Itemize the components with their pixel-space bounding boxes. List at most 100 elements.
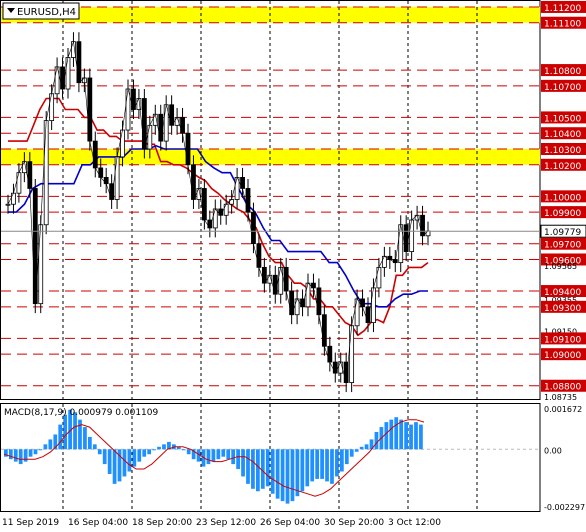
candle-body <box>92 140 98 169</box>
macd-bar <box>320 449 324 479</box>
candle-body <box>283 266 289 292</box>
macd-bar <box>92 444 97 450</box>
candle-body <box>316 287 322 316</box>
candle-body <box>180 117 185 134</box>
candle-body <box>332 361 338 374</box>
time-tick-label: 30 Sep 20:00 <box>324 518 384 528</box>
candle-body <box>305 282 311 308</box>
symbol-label: EURUSD,H4 <box>17 7 76 18</box>
candle-body <box>103 177 109 185</box>
tenkan-line <box>8 144 428 308</box>
candle-body <box>420 214 425 237</box>
macd-bar <box>335 449 339 477</box>
macd-bar <box>63 414 68 450</box>
candle-body <box>201 188 207 221</box>
candle-body <box>87 77 93 142</box>
time-tick-label: 23 Sep 12:00 <box>196 518 256 528</box>
macd-bar <box>270 449 275 494</box>
candle-body <box>120 129 125 158</box>
candle-body <box>403 224 409 252</box>
time-axis: 11 Sep 2019 16 Sep 04:00 18 Sep 20:00 23 Se… <box>2 518 441 528</box>
candle-body <box>147 124 153 150</box>
macd-tick-label: 0.00 <box>544 446 562 455</box>
macd-bar <box>152 449 156 451</box>
kijun-line <box>8 97 429 337</box>
candle-body <box>425 230 431 237</box>
macd-bar <box>226 449 231 460</box>
price-tick-label: 1.08735 <box>544 393 577 402</box>
macd-bar <box>132 449 137 467</box>
candle-body <box>251 211 256 245</box>
macd-bar <box>23 449 28 462</box>
macd-bar <box>231 449 236 465</box>
candle-body <box>185 132 191 166</box>
price-tick-label: 1.10800 <box>544 67 581 77</box>
macd-bar <box>344 449 349 465</box>
candle-body <box>43 120 49 226</box>
candle-body <box>409 219 415 252</box>
price-tick-label: 1.10500 <box>544 114 581 124</box>
price-tick-label: 1.09300 <box>544 304 581 314</box>
price-tick-label: 1.10400 <box>544 130 581 140</box>
macd-bar <box>236 449 240 470</box>
macd-bar <box>88 436 92 450</box>
macd-bar <box>137 449 142 462</box>
macd-bar <box>211 449 216 462</box>
price-tick-label: 1.09700 <box>544 241 581 251</box>
macd-bar <box>18 449 23 465</box>
macd-bar <box>359 446 364 450</box>
macd-bar <box>221 449 226 457</box>
macd-bar <box>404 422 408 450</box>
macd-bar <box>409 424 413 450</box>
macd-bar <box>142 449 147 457</box>
macd-bar <box>48 439 53 450</box>
macd-bar <box>147 449 152 455</box>
macd-bar <box>28 449 33 457</box>
candle-body <box>141 98 147 150</box>
candle-body <box>60 66 65 90</box>
candle-body <box>98 167 104 178</box>
candle-body <box>38 224 44 305</box>
price-tick-label: 1.10000 <box>544 193 581 203</box>
macd-bar <box>122 449 127 477</box>
candle-body <box>71 41 76 58</box>
macd-bar <box>58 424 63 450</box>
candle-body <box>27 161 33 189</box>
price-tick-label: 1.10300 <box>544 146 581 156</box>
candle-body <box>278 266 284 295</box>
price-tick-label: 1.08800 <box>544 383 581 393</box>
macd-bar <box>275 449 280 499</box>
macd-bar <box>186 449 191 455</box>
macd-tick-label: -0.002297 <box>544 503 585 512</box>
macd-bar <box>162 444 166 450</box>
macd-bar <box>330 449 334 484</box>
macd-bar <box>206 449 211 465</box>
macd-bar <box>260 449 265 489</box>
macd-bar <box>389 419 394 450</box>
macd-label: MACD(8,17,9) 0.000979 0.001109 <box>4 408 159 418</box>
candle-body <box>321 314 327 347</box>
candle-body <box>376 266 382 289</box>
macd-bar <box>325 449 329 482</box>
candle-body <box>245 188 251 213</box>
macd-bar <box>97 449 102 455</box>
candle-body <box>16 172 22 194</box>
candle-body <box>54 66 60 95</box>
candle-body <box>354 298 360 327</box>
time-tick-label: 26 Sep 04:00 <box>260 518 320 528</box>
macd-bar <box>315 449 320 479</box>
time-tick-label: 3 Oct 12:00 <box>388 518 441 528</box>
price-tick-label: 1.09779 <box>544 228 581 238</box>
price-tick-label: 1.09900 <box>544 209 581 219</box>
macd-bar <box>384 422 389 450</box>
candle-body <box>65 57 71 90</box>
macd-bar <box>364 444 369 450</box>
macd-bar <box>256 449 260 492</box>
candle-body <box>240 177 245 189</box>
macd-bar <box>127 449 132 472</box>
candle-body <box>114 156 120 200</box>
macd-bar <box>78 419 82 450</box>
macd-bar <box>295 449 300 497</box>
macd-bar <box>102 449 107 465</box>
price-tick-label: 1.09000 <box>544 351 581 361</box>
